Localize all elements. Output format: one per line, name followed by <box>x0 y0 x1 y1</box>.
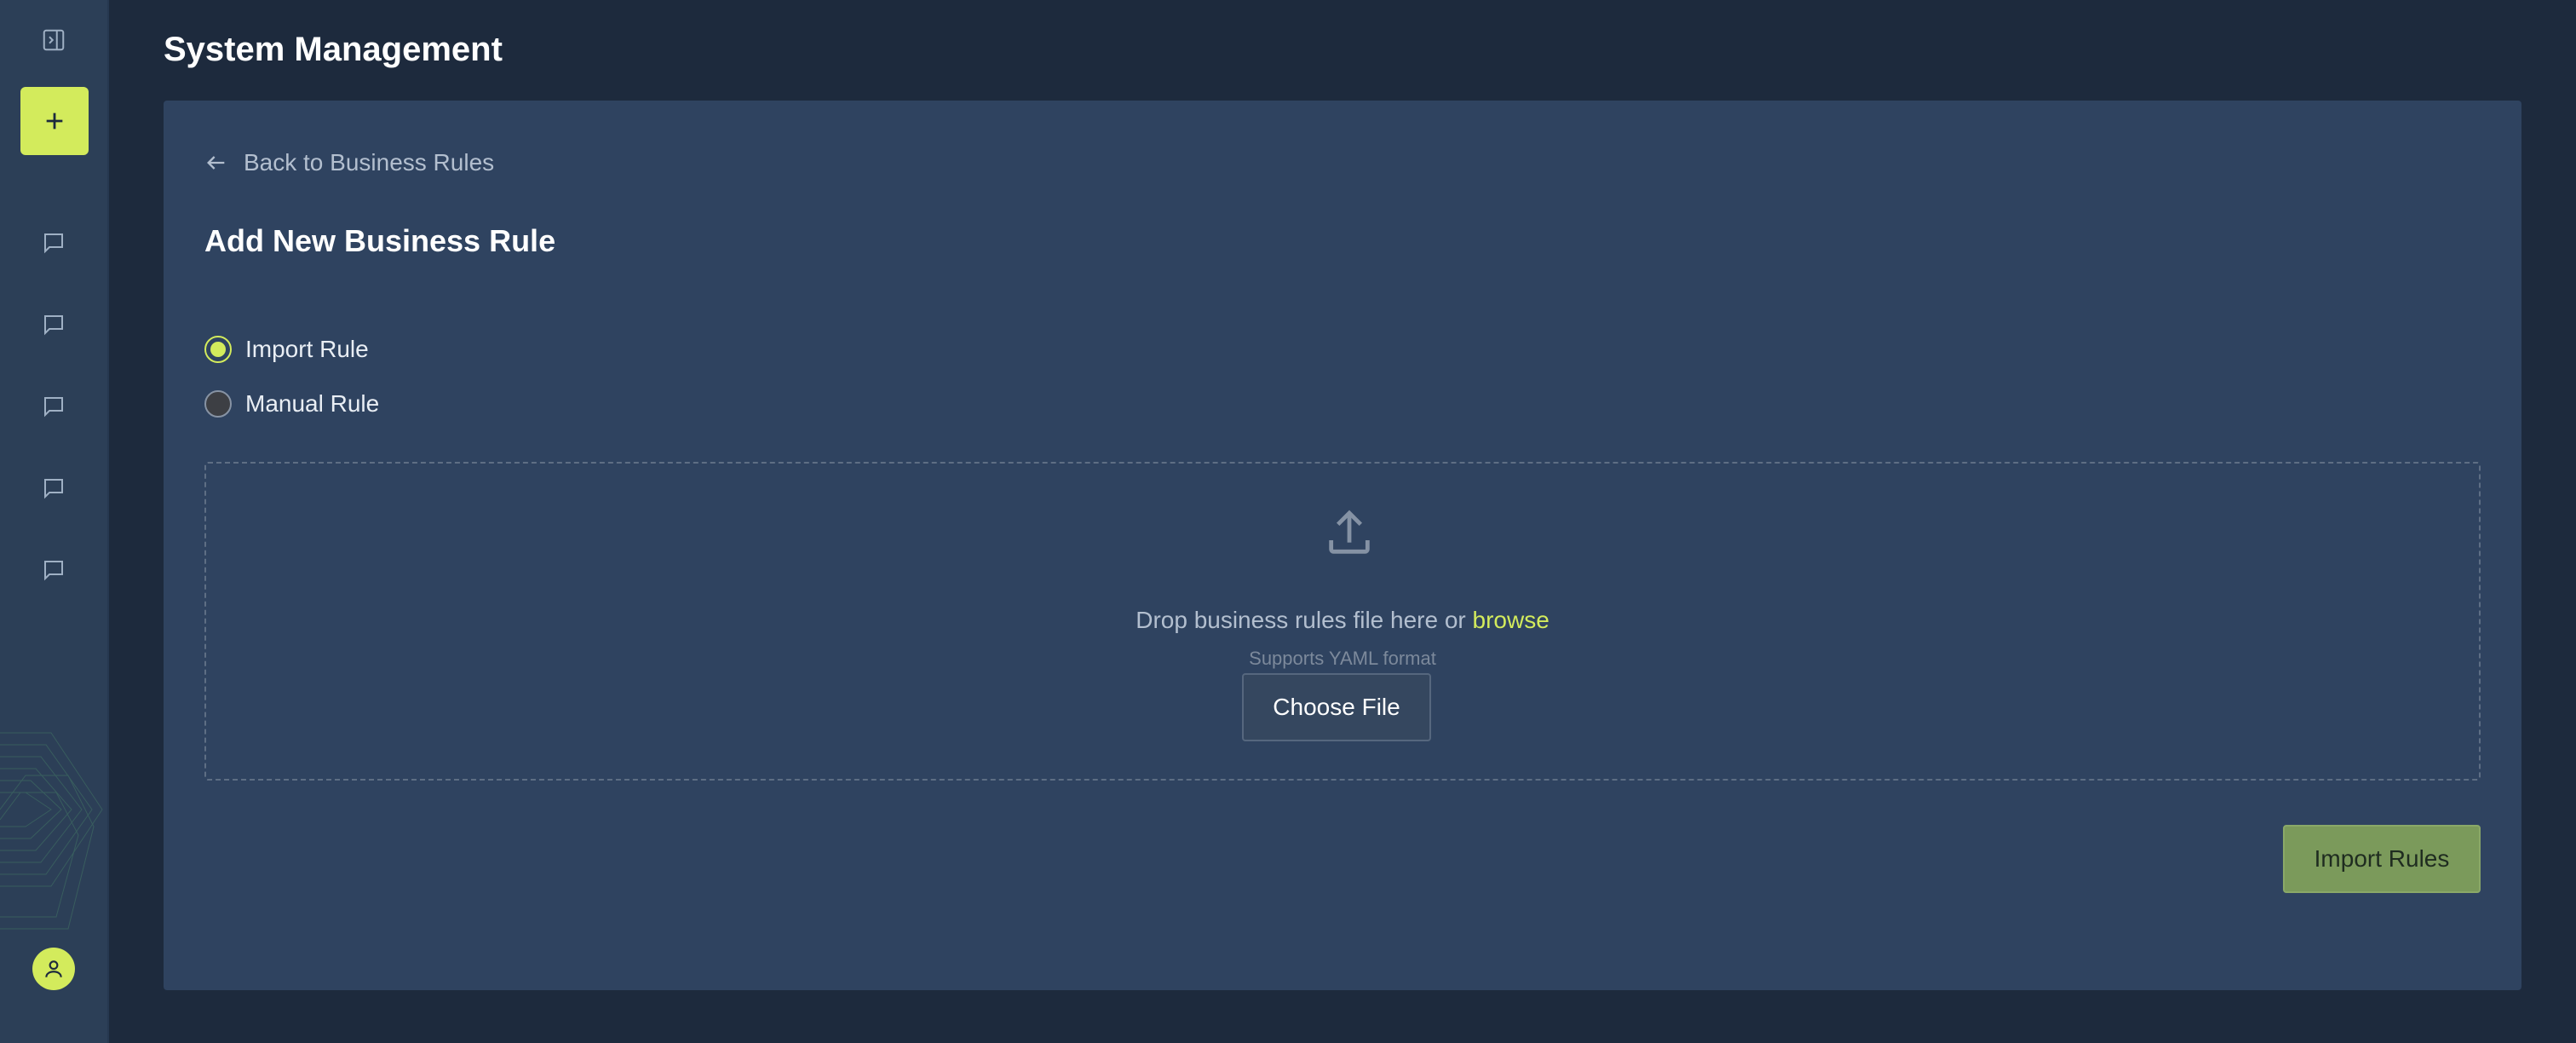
upload-icon <box>1329 510 1370 554</box>
radio-button-checked[interactable] <box>204 336 232 363</box>
sidebar-toggle-icon[interactable] <box>39 26 68 55</box>
main-panel: Back to Business Rules Add New Business … <box>164 101 2521 990</box>
arrow-left-icon <box>207 156 225 170</box>
chat-bubble-icon[interactable] <box>37 554 70 586</box>
radio-label-manual: Manual Rule <box>245 390 380 417</box>
import-rules-button[interactable]: Import Rules <box>2283 825 2481 893</box>
browse-link[interactable]: browse <box>1473 607 1550 633</box>
chat-bubble-icon[interactable] <box>37 390 70 423</box>
chat-bubble-icon[interactable] <box>37 472 70 504</box>
radio-import-rule[interactable]: Import Rule <box>204 332 369 366</box>
plus-icon <box>46 112 63 130</box>
radio-button[interactable] <box>204 390 232 418</box>
avatar[interactable] <box>32 948 75 990</box>
new-item-button[interactable] <box>20 87 89 155</box>
section-title: Add New Business Rule <box>204 223 556 258</box>
dropzone-text: Drop business rules file here or browse <box>206 603 2479 637</box>
dropzone-subtext: Supports YAML format <box>1249 648 1436 669</box>
dropzone-text-label: Drop business rules file here or <box>1136 607 1473 633</box>
chat-bubble-icon[interactable] <box>37 227 70 259</box>
radio-manual-rule[interactable]: Manual Rule <box>204 387 379 421</box>
user-icon <box>45 960 62 977</box>
radio-label-import: Import Rule <box>245 336 369 362</box>
chat-bubble-icon[interactable] <box>37 308 70 341</box>
page-title: System Management <box>164 31 503 68</box>
sidebar <box>0 0 109 1043</box>
back-link-label: Back to Business Rules <box>244 149 495 176</box>
file-dropzone[interactable]: Drop business rules file here or browse … <box>204 462 2481 781</box>
decorative-pattern <box>0 732 103 930</box>
choose-file-button[interactable]: Choose File <box>1242 673 1431 741</box>
back-link[interactable]: Back to Business Rules <box>204 141 494 184</box>
